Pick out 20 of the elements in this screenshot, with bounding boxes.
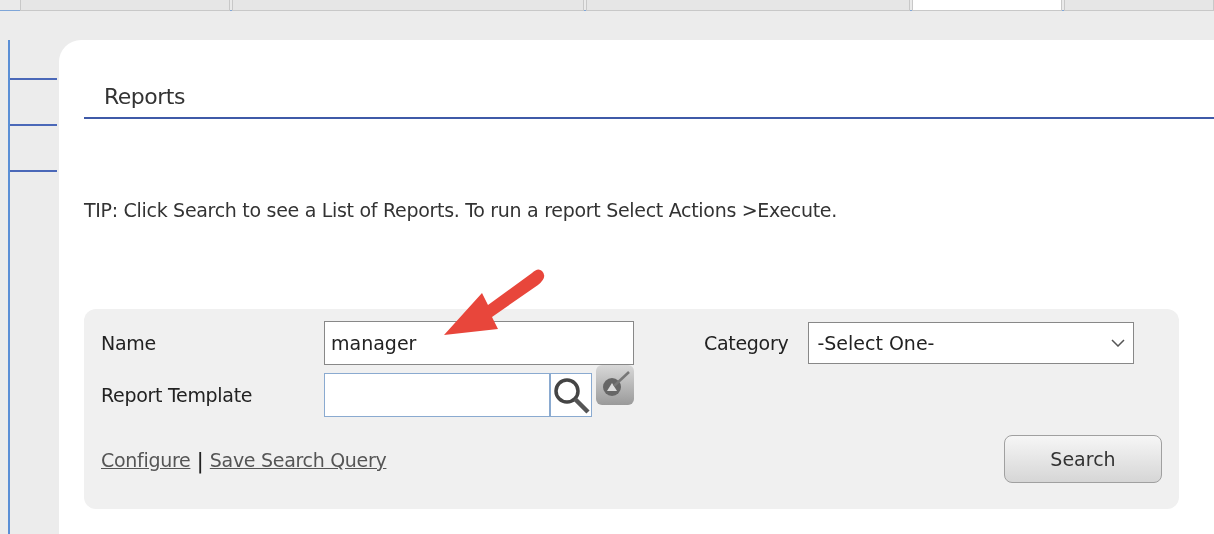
save-search-query-link[interactable]: Save Search Query — [209, 449, 387, 471]
configure-link[interactable]: Configure — [101, 449, 191, 471]
tip-text: TIP: Click Search to see a List of Reports. To run a report Select Actions >Execute. — [84, 199, 838, 221]
wand-icon[interactable] — [596, 365, 634, 405]
template-label: Report Template — [101, 384, 254, 406]
section-title: Reports — [84, 84, 1214, 119]
tab[interactable] — [911, 0, 1062, 11]
tab[interactable] — [231, 0, 585, 11]
tab[interactable] — [1063, 0, 1214, 11]
tab[interactable] — [586, 0, 910, 11]
search-icon[interactable] — [550, 373, 593, 417]
category-dropdown[interactable]: -Select One- — [808, 322, 1135, 364]
name-label: Name — [101, 332, 157, 354]
name-input[interactable]: manager — [324, 321, 634, 365]
search-button[interactable]: Search — [1004, 435, 1162, 483]
template-input[interactable] — [324, 373, 551, 417]
chevron-down-icon — [1111, 339, 1126, 347]
separator: | — [196, 447, 204, 473]
tab[interactable] — [20, 0, 230, 11]
category-label: Category — [704, 332, 789, 354]
